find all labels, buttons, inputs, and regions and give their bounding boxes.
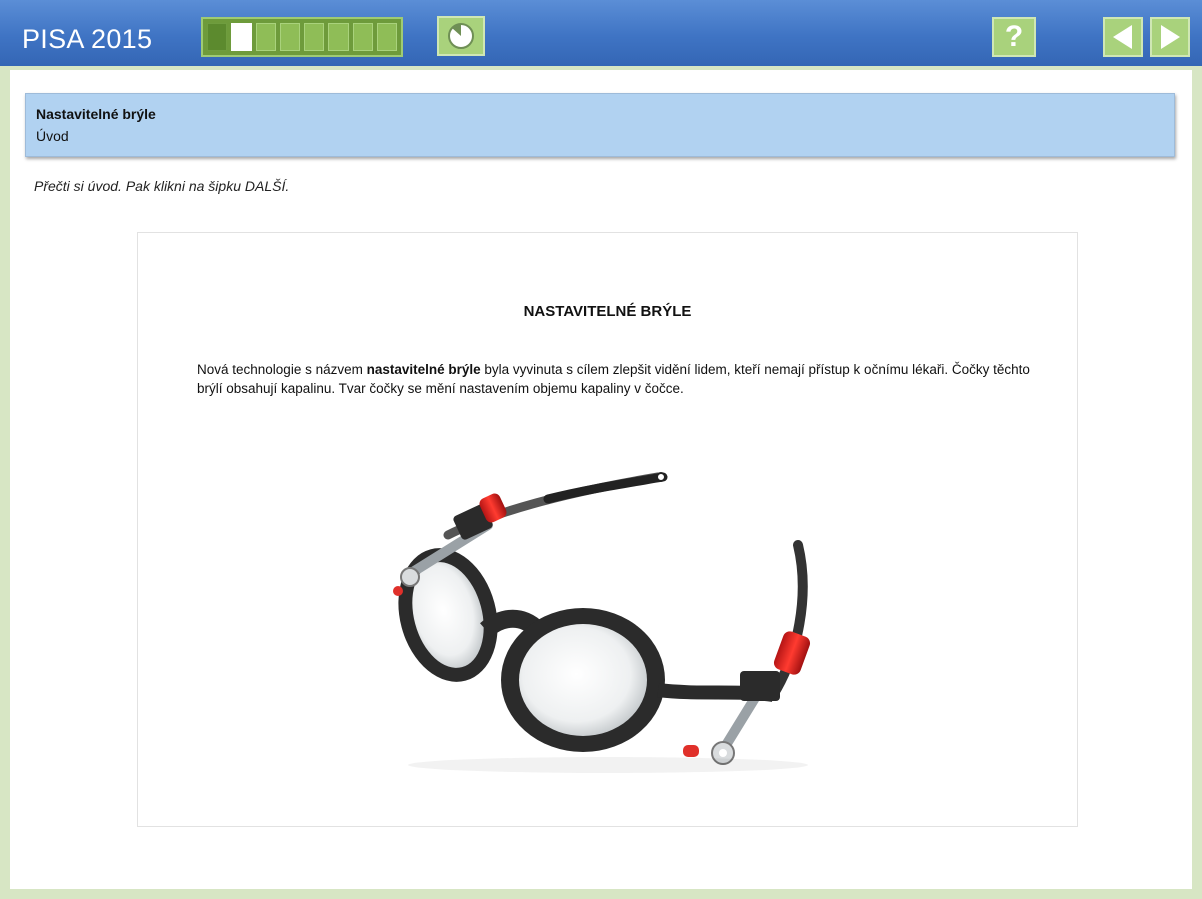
progress-segment — [207, 23, 228, 51]
instruction-text: Přečti si úvod. Pak klikni na šipku DALŠ… — [34, 178, 290, 194]
previous-button[interactable] — [1103, 17, 1143, 57]
progress-segment — [304, 23, 325, 51]
stimulus-text-bold: nastavitelné brýle — [366, 362, 481, 377]
adjustable-glasses-image — [393, 472, 811, 773]
help-button[interactable]: ? — [992, 17, 1036, 57]
stimulus-panel: NASTAVITELNÉ BRÝLE Nová technologie s ná… — [137, 232, 1078, 827]
top-toolbar: PISA 2015 ? — [0, 0, 1202, 70]
progress-segment — [376, 23, 397, 51]
progress-segment — [352, 23, 373, 51]
progress-segment — [328, 23, 349, 51]
unit-header: Nastavitelné brýle Úvod — [25, 93, 1175, 157]
app-title: PISA 2015 — [22, 24, 153, 54]
timer-button[interactable] — [437, 16, 485, 56]
stimulus-text: Nová technologie s názvem nastavitelné b… — [197, 360, 1037, 398]
stimulus-heading: NASTAVITELNÉ BRÝLE — [523, 303, 692, 320]
progress-segment-current — [231, 23, 252, 51]
progress-segment — [279, 23, 300, 51]
progress-indicator — [201, 17, 403, 57]
unit-subtitle: Úvod — [36, 128, 69, 144]
app-window: PISA 2015 ? Nastavitelné brýle Úvod Přeč… — [0, 0, 1202, 899]
unit-title: Nastavitelné brýle — [36, 106, 156, 122]
next-button[interactable] — [1150, 17, 1190, 57]
progress-segment — [255, 23, 276, 51]
help-icon: ? — [1004, 20, 1024, 53]
clock-icon — [448, 23, 474, 49]
stimulus-text-part: Nová technologie s názvem — [197, 362, 367, 377]
arrow-right-icon — [1161, 25, 1180, 49]
arrow-left-icon — [1113, 25, 1132, 49]
